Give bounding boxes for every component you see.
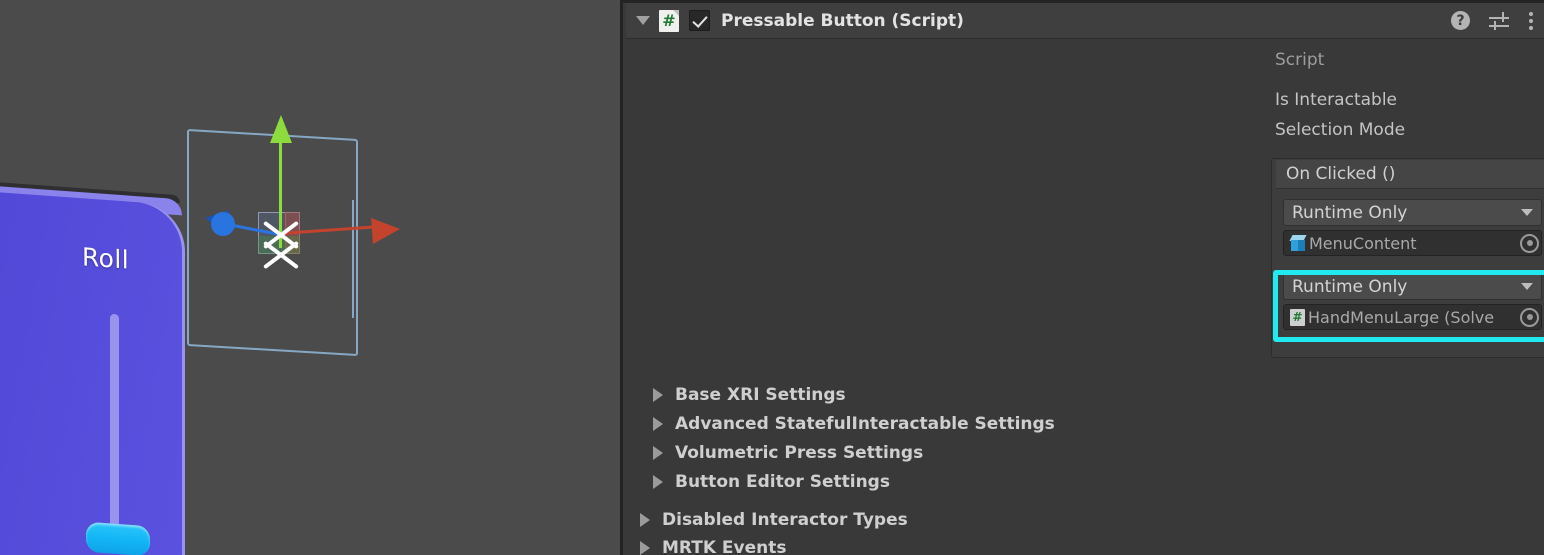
- preset-icon[interactable]: [1489, 11, 1509, 30]
- is-interactable-row: Is Interactable: [1275, 88, 1544, 112]
- selection-mode-row: Selection Mode: [1275, 118, 1544, 142]
- foldout-label: Disabled Interactor Types: [662, 510, 908, 530]
- unity-editor-window: Roll # Pressable Button (Script) ? Scrip…: [0, 0, 1544, 555]
- event-1-target-object-field[interactable]: # HandMenuLarge (Solve: [1283, 304, 1542, 330]
- csharp-script-icon: #: [1290, 308, 1305, 326]
- event-1-mode-value: Runtime Only: [1292, 276, 1408, 297]
- event-0-mode-dropdown[interactable]: Runtime Only: [1283, 199, 1542, 226]
- triangle-right-icon: [653, 475, 663, 489]
- chevron-down-icon: [1521, 283, 1533, 290]
- gizmo-axis-y-arrow-icon[interactable]: [270, 115, 292, 143]
- csharp-script-icon: #: [659, 9, 679, 32]
- triangle-right-icon: [640, 513, 650, 527]
- foldout-label: Base XRI Settings: [675, 385, 846, 405]
- slider-thumb[interactable]: [86, 521, 150, 555]
- foldout-label: Advanced StatefulInteractable Settings: [675, 414, 1055, 434]
- help-icon[interactable]: ?: [1451, 11, 1470, 30]
- event-1-target-value: HandMenuLarge (Solve: [1308, 307, 1495, 327]
- foldout-mrtk-events[interactable]: MRTK Events: [640, 538, 787, 555]
- foldout-advanced-statefulinteractable-settings[interactable]: Advanced StatefulInteractable Settings: [653, 414, 1055, 434]
- gameobject-cube-icon: [1289, 234, 1307, 252]
- object-picker-icon[interactable]: [1520, 233, 1539, 253]
- slider-track[interactable]: [110, 313, 119, 529]
- object-picker-icon[interactable]: [1520, 307, 1539, 327]
- selection-outline-edge: [352, 199, 354, 319]
- slider-label-roll: Roll: [81, 242, 130, 275]
- selection-mode-label: Selection Mode: [1275, 120, 1406, 140]
- gizmo-axis-z-handle[interactable]: [211, 212, 235, 236]
- header-icon-group: ?: [1451, 11, 1537, 30]
- slider-panel[interactable]: [0, 178, 185, 555]
- foldout-label: Button Editor Settings: [675, 472, 890, 492]
- foldout-disabled-interactor-types[interactable]: Disabled Interactor Types: [640, 510, 908, 530]
- component-header[interactable]: # Pressable Button (Script) ?: [626, 3, 1544, 39]
- kebab-menu-icon[interactable]: [1528, 11, 1533, 30]
- foldout-label: MRTK Events: [662, 538, 787, 555]
- foldout-base-xri-settings[interactable]: Base XRI Settings: [653, 385, 846, 405]
- foldout-volumetric-press-settings[interactable]: Volumetric Press Settings: [653, 443, 923, 463]
- foldout-button-editor-settings[interactable]: Button Editor Settings: [653, 472, 890, 492]
- event-0-mode-value: Runtime Only: [1292, 202, 1408, 223]
- chevron-down-icon: [1521, 209, 1533, 216]
- foldout-label: Volumetric Press Settings: [675, 443, 924, 463]
- component-title: Pressable Button (Script): [721, 10, 964, 31]
- gizmo-axis-x-arrow-icon[interactable]: [371, 216, 401, 244]
- event-0-target-value: MenuContent: [1309, 233, 1417, 253]
- is-interactable-label: Is Interactable: [1275, 90, 1397, 110]
- event-1-mode-dropdown[interactable]: Runtime Only: [1283, 273, 1542, 300]
- triangle-down-icon[interactable]: [636, 16, 650, 25]
- inspector-panel: # Pressable Button (Script) ? Script # P…: [620, 0, 1544, 555]
- event-0-target-object-field[interactable]: MenuContent: [1283, 230, 1542, 256]
- triangle-right-icon: [653, 446, 663, 460]
- script-row: Script: [1275, 46, 1544, 74]
- onclicked-event-title: On Clicked (): [1276, 160, 1544, 189]
- triangle-right-icon: [653, 388, 663, 402]
- triangle-right-icon: [653, 417, 663, 431]
- script-label: Script: [1275, 50, 1325, 70]
- scene-view[interactable]: Roll: [0, 0, 620, 555]
- triangle-right-icon: [640, 541, 650, 555]
- component-enabled-checkbox[interactable]: [689, 10, 710, 31]
